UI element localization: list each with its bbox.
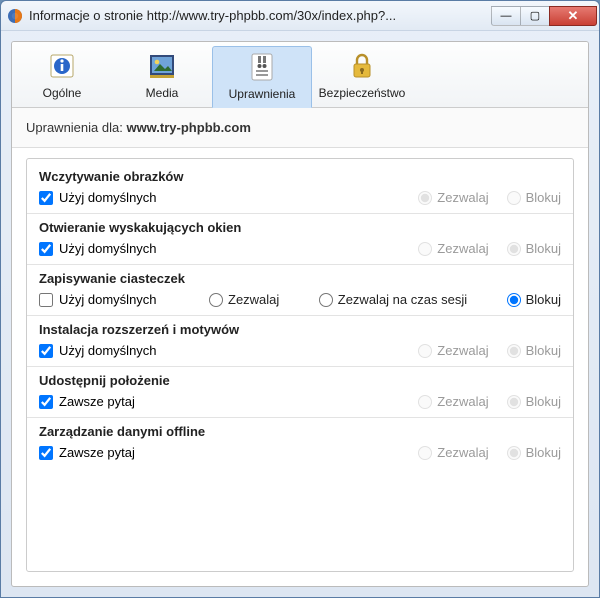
radio-block[interactable]: Blokuj [507,241,561,256]
tab-security[interactable]: Bezpieczeństwo [312,46,412,107]
permissions-subheader: Uprawnienia dla: www.try-phpbb.com [12,108,588,148]
radio-label: Blokuj [526,445,561,460]
minimize-button[interactable]: — [491,6,521,26]
radio-input[interactable] [507,344,521,358]
checkbox-input[interactable] [39,191,53,205]
lock-icon [346,50,378,82]
close-button[interactable]: ✕ [549,6,597,26]
tab-media-label: Media [112,86,212,100]
radio-input[interactable] [418,446,432,460]
radio-input[interactable] [319,293,333,307]
section-load-images: Wczytywanie obrazków Użyj domyślnych Zez… [27,163,573,213]
always-ask-checkbox[interactable]: Zawsze pytaj [39,394,418,409]
radio-input[interactable] [507,242,521,256]
radio-label: Blokuj [526,394,561,409]
use-default-checkbox[interactable]: Użyj domyślnych [39,292,209,307]
tab-general-label: Ogólne [12,86,112,100]
always-ask-checkbox[interactable]: Zawsze pytaj [39,445,418,460]
titlebar: Informacje o stronie http://www.try-phpb… [1,1,599,31]
tab-media[interactable]: Media [112,46,212,107]
info-icon [46,50,78,82]
section-offline: Zarządzanie danymi offline Zawsze pytaj … [27,417,573,468]
radio-label: Zezwalaj [437,241,488,256]
tab-permissions[interactable]: Uprawnienia [212,46,312,108]
window: Informacje o stronie http://www.try-phpb… [0,0,600,598]
radio-block[interactable]: Blokuj [507,190,561,205]
section-location: Udostępnij położenie Zawsze pytaj Zezwal… [27,366,573,417]
checkbox-input[interactable] [39,242,53,256]
section-title: Zarządzanie danymi offline [39,424,561,439]
window-title: Informacje o stronie http://www.try-phpb… [29,8,492,23]
radio-allow[interactable]: Zezwalaj [418,343,488,358]
radio-block[interactable]: Blokuj [507,343,561,358]
radio-block[interactable]: Blokuj [507,292,561,307]
tab-bar: Ogólne Media Uprawnienia [12,42,588,108]
radio-input[interactable] [507,395,521,409]
radio-label: Blokuj [526,190,561,205]
tab-security-label: Bezpieczeństwo [312,86,412,100]
section-extensions: Instalacja rozszerzeń i motywów Użyj dom… [27,315,573,366]
radio-label: Blokuj [526,241,561,256]
radio-input[interactable] [507,191,521,205]
checkbox-input[interactable] [39,395,53,409]
radio-allow[interactable]: Zezwalaj [418,445,488,460]
checkbox-label: Użyj domyślnych [59,343,157,358]
radio-label: Blokuj [526,343,561,358]
checkbox-label: Zawsze pytaj [59,394,135,409]
checkbox-input[interactable] [39,446,53,460]
section-title: Wczytywanie obrazków [39,169,561,184]
maximize-button[interactable]: ▢ [520,6,550,26]
section-title: Otwieranie wyskakujących okien [39,220,561,235]
radio-input[interactable] [209,293,223,307]
checkbox-label: Użyj domyślnych [59,241,157,256]
radio-label: Blokuj [526,292,561,307]
firefox-icon [7,8,23,24]
section-cookies: Zapisywanie ciasteczek Użyj domyślnych Z… [27,264,573,315]
radio-block[interactable]: Blokuj [507,445,561,460]
radio-block[interactable]: Blokuj [507,394,561,409]
radio-input[interactable] [418,344,432,358]
radio-allow[interactable]: Zezwalaj [418,190,488,205]
main-panel: Ogólne Media Uprawnienia [11,41,589,587]
radio-label: Zezwalaj [228,292,279,307]
radio-allow[interactable]: Zezwalaj [418,394,488,409]
tab-permissions-label: Uprawnienia [213,87,311,101]
checkbox-label: Użyj domyślnych [59,190,157,205]
use-default-checkbox[interactable]: Użyj domyślnych [39,241,418,256]
use-default-checkbox[interactable]: Użyj domyślnych [39,190,418,205]
subheader-host: www.try-phpbb.com [126,120,250,135]
radio-input[interactable] [418,191,432,205]
section-title: Instalacja rozszerzeń i motywów [39,322,561,337]
checkbox-input[interactable] [39,344,53,358]
radio-allow-session[interactable]: Zezwalaj na czas sesji [319,292,467,307]
checkbox-label: Użyj domyślnych [59,292,157,307]
radio-label: Zezwalaj [437,343,488,358]
section-title: Udostępnij położenie [39,373,561,388]
window-controls: — ▢ ✕ [492,6,597,26]
radio-input[interactable] [418,395,432,409]
checkbox-label: Zawsze pytaj [59,445,135,460]
permissions-list: Wczytywanie obrazków Użyj domyślnych Zez… [26,158,574,572]
tab-general[interactable]: Ogólne [12,46,112,107]
radio-label: Zezwalaj [437,190,488,205]
radio-allow[interactable]: Zezwalaj [418,241,488,256]
section-title: Zapisywanie ciasteczek [39,271,561,286]
section-popups: Otwieranie wyskakujących okien Użyj domy… [27,213,573,264]
radio-label: Zezwalaj na czas sesji [338,292,467,307]
radio-label: Zezwalaj [437,394,488,409]
subheader-prefix: Uprawnienia dla: [26,120,126,135]
radio-input[interactable] [507,293,521,307]
radio-input[interactable] [418,242,432,256]
use-default-checkbox[interactable]: Użyj domyślnych [39,343,418,358]
radio-input[interactable] [507,446,521,460]
checkbox-input[interactable] [39,293,53,307]
content-area: Ogólne Media Uprawnienia [1,31,599,597]
permissions-icon [246,51,278,83]
radio-allow[interactable]: Zezwalaj [209,292,279,307]
radio-label: Zezwalaj [437,445,488,460]
media-icon [146,50,178,82]
